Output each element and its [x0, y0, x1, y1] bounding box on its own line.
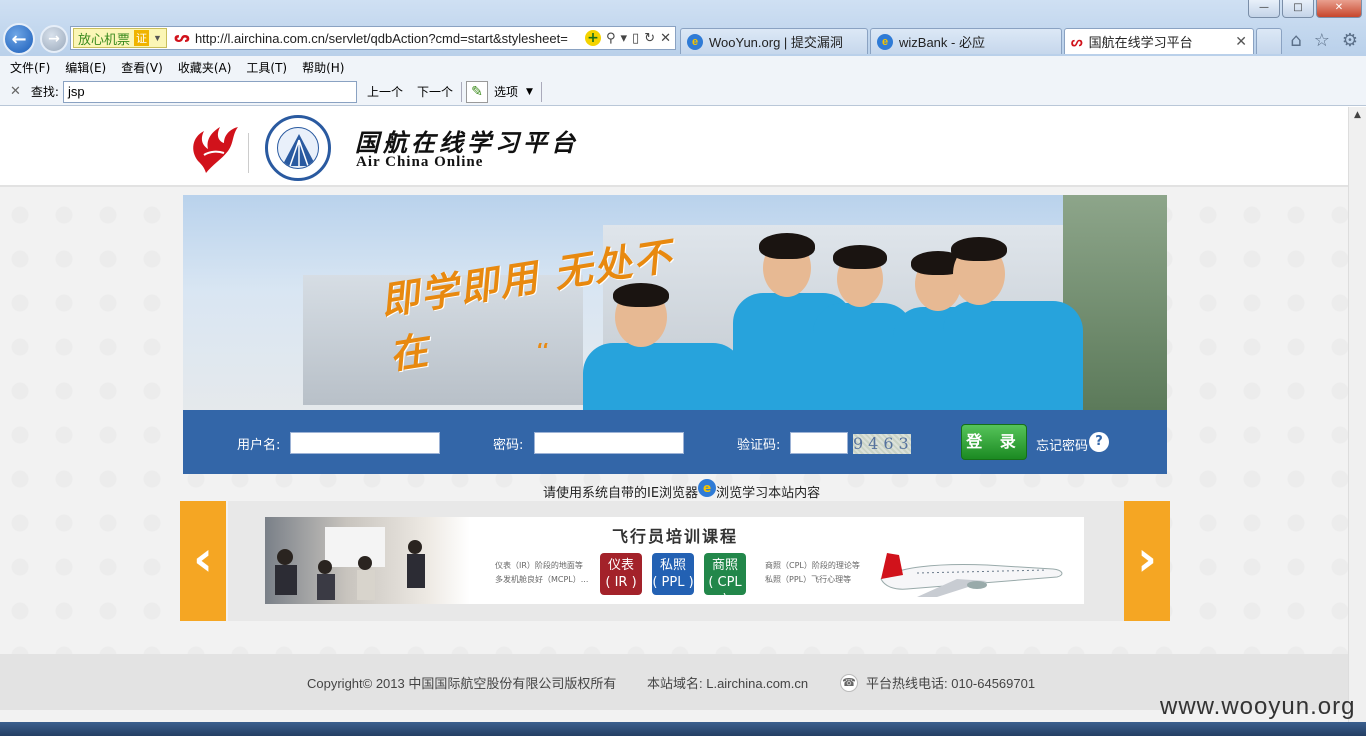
- ie-icon: e: [877, 33, 893, 50]
- menu-view[interactable]: 查看(V): [121, 59, 163, 76]
- site-title-cn: 国航在线学习平台: [355, 128, 579, 157]
- add-search-icon[interactable]: +: [584, 30, 601, 46]
- dropdown-icon[interactable]: ▾: [621, 31, 628, 46]
- forgot-password-link[interactable]: 忘记密码: [1036, 435, 1088, 454]
- forward-button[interactable]: →: [40, 25, 68, 53]
- ie-icon: e: [698, 478, 717, 497]
- compatibility-icon[interactable]: ▯: [632, 31, 639, 46]
- back-button[interactable]: ←: [3, 23, 35, 55]
- vertical-scrollbar[interactable]: ▲: [1348, 107, 1366, 736]
- hotline-text: 平台热线电话: 010-64569701: [866, 676, 1036, 691]
- watermark: www.wooyun.org: [1160, 693, 1356, 720]
- favorites-star-icon[interactable]: ☆: [1314, 30, 1330, 51]
- browser-note-before: 请使用系统自带的IE浏览器: [543, 486, 699, 501]
- scroll-up-icon[interactable]: ▲: [1349, 107, 1366, 124]
- badge-ir: 仪表( IR ): [600, 553, 642, 595]
- refresh-icon[interactable]: ↻: [644, 31, 655, 46]
- help-icon[interactable]: ?: [1089, 432, 1109, 452]
- security-badge-label: 放心机票: [78, 31, 131, 47]
- classroom-photo: [265, 517, 470, 604]
- divider: [460, 81, 462, 102]
- carousel-slide[interactable]: 飞行员培训课程 仪表（IR）阶段的地面等 多发机舱良好（MCPL）... 仪表(…: [265, 517, 1084, 604]
- windows-taskbar: [0, 722, 1366, 736]
- gear-icon[interactable]: ⚙: [1342, 30, 1358, 51]
- username-input[interactable]: [290, 432, 440, 454]
- stop-icon[interactable]: ✕: [660, 31, 671, 46]
- page-viewport: 国航在线学习平台 Air China Online “ ” 即学即用 无处不在: [0, 107, 1366, 736]
- site-title-en: Air China Online: [356, 154, 484, 170]
- menu-help[interactable]: 帮助(H): [302, 59, 344, 76]
- find-next-button[interactable]: 下一个: [417, 83, 453, 100]
- home-icon[interactable]: ⌂: [1290, 30, 1301, 51]
- close-window-button[interactable]: ✕: [1316, 0, 1362, 18]
- carousel-next-button[interactable]: ›: [1124, 501, 1170, 621]
- browser-note: 请使用系统自带的IE浏览器 e 浏览学习本站内容: [543, 478, 821, 501]
- chevron-down-icon[interactable]: ▼: [153, 33, 162, 43]
- username-label: 用户名:: [237, 438, 281, 453]
- address-icons: + ⚲ ▾ ▯ ↻ ✕: [581, 30, 675, 46]
- forward-arrow-icon: →: [48, 31, 60, 47]
- slide-desc-left: 仪表（IR）阶段的地面等 多发机舱良好（MCPL）...: [495, 561, 589, 584]
- browser-note-after: 浏览学习本站内容: [716, 486, 821, 501]
- slide-title: 飞行员培训课程: [612, 527, 739, 546]
- captcha-image[interactable]: 9463: [853, 434, 911, 454]
- menu-bar: 文件(F) 编辑(E) 查看(V) 收藏夹(A) 工具(T) 帮助(H): [0, 56, 1366, 78]
- certificate-icon: 证: [134, 30, 150, 46]
- menu-favorites[interactable]: 收藏夹(A): [178, 59, 232, 76]
- tab-wooyun[interactable]: e WooYun.org | 提交漏洞: [680, 28, 868, 54]
- find-input[interactable]: jsp: [62, 80, 357, 103]
- badge-ppl: 私照( PPL ): [652, 553, 694, 595]
- tab-wizbank[interactable]: e wizBank - 必应: [870, 28, 1062, 54]
- address-bar[interactable]: 放心机票 证 ▼ ᔕ http://l.airchina.com.cn/serv…: [70, 26, 676, 50]
- password-label: 密码:: [493, 438, 524, 453]
- window-controls: — □ ✕: [1248, 0, 1362, 18]
- online-seal-logo-icon: [265, 115, 331, 181]
- hero-banner: “ ” 即学即用 无处不在: [183, 195, 1167, 410]
- menu-edit[interactable]: 编辑(E): [65, 59, 106, 76]
- find-previous-button[interactable]: 上一个: [367, 83, 403, 100]
- airchina-favicon-icon: ᔕ: [173, 30, 190, 46]
- badge-cpl: 商照( CPL ): [704, 553, 746, 604]
- login-bar: 用户名: 密码: 验证码: 9463 登 录 忘记密码 ?: [183, 410, 1167, 474]
- maximize-button[interactable]: □: [1282, 0, 1314, 18]
- back-arrow-icon: ←: [11, 28, 27, 50]
- menu-tools[interactable]: 工具(T): [246, 59, 287, 76]
- search-icon[interactable]: ⚲: [606, 31, 616, 46]
- new-tab-button[interactable]: [1256, 28, 1282, 54]
- divider: [540, 81, 542, 102]
- tab-airchina[interactable]: ᔕ 国航在线学习平台 ✕: [1064, 28, 1254, 54]
- tab-label: WooYun.org | 提交漏洞: [709, 35, 843, 50]
- site-footer: Copyright© 2013 中国国际航空股份有限公司版权所有 本站域名: L…: [0, 654, 1348, 710]
- carousel-prev-button[interactable]: ‹: [180, 501, 226, 621]
- menu-file[interactable]: 文件(F): [10, 59, 50, 76]
- airchina-icon: ᔕ: [1071, 33, 1083, 49]
- phone-icon: ☎: [840, 674, 858, 692]
- login-button[interactable]: 登 录: [961, 424, 1027, 460]
- copyright-text: Copyright© 2013 中国国际航空股份有限公司版权所有: [307, 676, 617, 691]
- domain-text: 本站域名: L.airchina.com.cn: [647, 676, 809, 691]
- captcha-input[interactable]: [790, 432, 848, 454]
- captcha-label: 验证码:: [737, 438, 781, 453]
- ie-icon: e: [687, 33, 703, 50]
- close-find-icon[interactable]: ✕: [10, 84, 21, 99]
- highlight-icon[interactable]: ✎: [465, 80, 488, 103]
- find-options-button[interactable]: 选项: [494, 83, 518, 100]
- url-input[interactable]: http://l.airchina.com.cn/servlet/qdbActi…: [195, 31, 581, 46]
- minimize-button[interactable]: —: [1248, 0, 1280, 18]
- browser-toolbar-icons: ⌂ ☆ ⚙: [1290, 30, 1358, 51]
- chevron-down-icon[interactable]: ▼: [526, 87, 533, 97]
- site-header: 国航在线学习平台 Air China Online: [0, 107, 1348, 187]
- slide-desc-right: 商照（CPL）阶段的理论等 私照（PPL）飞行心理等: [765, 561, 860, 584]
- find-bar: ✕ 查找: jsp 上一个 下一个 ✎ 选项 ▼: [0, 78, 1366, 106]
- logo-divider: [248, 133, 249, 173]
- security-badge[interactable]: 放心机票 证 ▼: [73, 28, 167, 48]
- airplane-icon: [880, 553, 1063, 597]
- airchina-phoenix-logo-icon: [193, 127, 238, 173]
- password-input[interactable]: [534, 432, 684, 454]
- close-tab-icon[interactable]: ✕: [1235, 33, 1247, 50]
- tab-label: 国航在线学习平台: [1088, 35, 1193, 50]
- find-label: 查找:: [30, 85, 59, 99]
- tab-label: wizBank - 必应: [899, 35, 985, 50]
